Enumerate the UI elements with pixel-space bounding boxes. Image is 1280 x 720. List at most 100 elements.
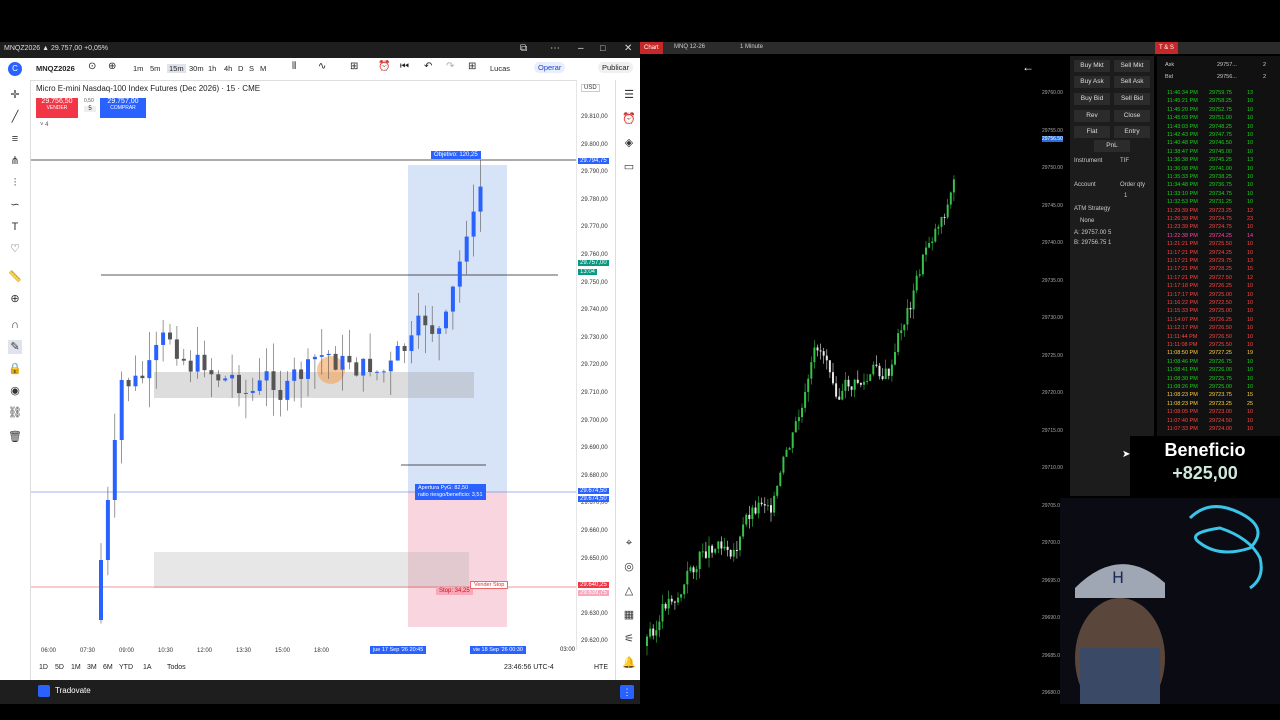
sell-stop-order[interactable]: Vender Stop xyxy=(470,581,509,589)
compare-icon[interactable]: ⊙ xyxy=(88,61,96,72)
tf-15m[interactable]: 15m xyxy=(167,64,186,73)
pitchfork-icon[interactable]: ⋔ xyxy=(8,154,22,168)
layout-icon[interactable]: ⊞ xyxy=(350,61,358,72)
currency-selector[interactable]: USD xyxy=(581,84,600,92)
duplicate-icon[interactable]: ⧉ xyxy=(520,43,527,54)
tf-d[interactable]: D xyxy=(238,64,243,73)
range-Todos[interactable]: Todos xyxy=(167,664,186,671)
hlines-icon[interactable]: ≡ xyxy=(8,132,22,146)
nt-btn-sell-ask[interactable]: Sell Ask xyxy=(1114,76,1150,88)
nt-btn-sell-mkt[interactable]: Sell Mkt xyxy=(1114,60,1150,72)
minimize-icon[interactable]: – xyxy=(578,43,584,54)
sell-button[interactable]: 29.756,50 VENDER xyxy=(36,98,78,118)
nt-btn-pnl[interactable]: PnL xyxy=(1094,140,1130,152)
range-YTD[interactable]: YTD xyxy=(119,664,133,671)
tf-5m[interactable]: 5m xyxy=(150,64,160,73)
target-icon[interactable]: ◎ xyxy=(622,560,636,574)
broker-name[interactable]: Tradovate xyxy=(55,686,91,695)
heart-icon[interactable]: ♡ xyxy=(8,242,22,256)
more-icon[interactable]: ⋯ xyxy=(550,43,560,54)
eye-icon[interactable]: ◉ xyxy=(8,384,22,398)
clock[interactable]: 23:46:56 UTC-4 xyxy=(504,664,554,671)
trade-button[interactable]: Operar xyxy=(534,62,566,73)
back-arrow-icon[interactable]: ← xyxy=(1022,60,1034,74)
pin-icon[interactable]: ⌖ xyxy=(622,536,636,550)
instrument-selector[interactable]: MNQ 12-26 xyxy=(674,44,705,50)
tf-4h[interactable]: 4h xyxy=(224,64,232,73)
symbol-search-button[interactable]: MNQZ2026 xyxy=(36,64,75,73)
position-label[interactable]: Apertura PyG: 82,50 ratio riesgo/benefic… xyxy=(415,484,486,500)
apps-icon[interactable]: ⋮ xyxy=(620,685,634,699)
qty-field[interactable]: 5 xyxy=(84,106,96,112)
calendar-icon[interactable]: ▦ xyxy=(622,608,636,622)
nt-btn-sell-bid[interactable]: Sell Bid xyxy=(1114,93,1150,105)
candles-icon[interactable]: ⫴ xyxy=(292,61,296,72)
tf-m[interactable]: M xyxy=(260,64,266,73)
link-icon[interactable]: ⛓ xyxy=(8,406,22,420)
magnet-icon[interactable]: ∩ xyxy=(8,318,22,332)
trendline-icon[interactable]: ╱ xyxy=(8,110,22,124)
nt-btn-rev[interactable]: Rev xyxy=(1074,110,1110,122)
pencil-icon[interactable]: ✎ xyxy=(8,340,22,354)
target-label[interactable]: Objetivo: 120,25 xyxy=(431,151,481,159)
add-symbol-icon[interactable]: ⊕ xyxy=(108,61,116,72)
replay-icon[interactable]: ⏮ xyxy=(400,61,409,72)
fib-icon[interactable]: ⫶ xyxy=(8,176,22,190)
watchlist-icon[interactable]: ☰ xyxy=(622,88,636,102)
ts-tab[interactable]: T & S xyxy=(1155,42,1178,54)
ruler-icon[interactable]: 📏 xyxy=(8,270,22,284)
range-1A[interactable]: 1A xyxy=(143,664,152,671)
chat-icon[interactable]: ▭ xyxy=(622,160,636,174)
price-tick: 29.730,00 xyxy=(581,334,608,341)
nt-btn-buy-bid[interactable]: Buy Bid xyxy=(1074,93,1110,105)
range-1M[interactable]: 1M xyxy=(71,664,81,671)
triangle-icon[interactable]: △ xyxy=(622,584,636,598)
account-avatar[interactable]: C xyxy=(8,62,22,76)
nt-btn-entry[interactable]: Entry xyxy=(1114,126,1150,138)
alert-icon[interactable]: ⏰ xyxy=(378,61,390,72)
nt-price-chart[interactable] xyxy=(640,56,1040,704)
zoom-icon[interactable]: ⊕ xyxy=(8,292,22,306)
tf-30m[interactable]: 30m xyxy=(189,64,204,73)
signal-icon[interactable]: ⚟ xyxy=(622,632,636,646)
session-label[interactable]: HTE xyxy=(594,664,608,671)
nt-btn-buy-ask[interactable]: Buy Ask xyxy=(1074,76,1110,88)
maximize-icon[interactable]: □ xyxy=(600,43,605,53)
range-1D[interactable]: 1D xyxy=(39,664,48,671)
nt-btn-close[interactable]: Close xyxy=(1114,110,1150,122)
trash-icon[interactable]: 🗑 xyxy=(8,430,22,444)
tf-1m[interactable]: 1m xyxy=(133,64,143,73)
range-6M[interactable]: 6M xyxy=(103,664,113,671)
chart-tab[interactable]: Chart xyxy=(640,42,663,54)
text-icon[interactable]: T xyxy=(8,220,22,234)
price-chart[interactable] xyxy=(31,80,576,650)
tf-s[interactable]: S xyxy=(249,64,254,73)
price-axis[interactable]: USD 29.810,00 29.800,00 29.790,00 29.780,00… xyxy=(576,80,615,650)
grid-icon[interactable]: ⊞ xyxy=(468,61,476,72)
alerts-icon[interactable]: ⏰ xyxy=(622,112,636,126)
publish-button[interactable]: Publicar xyxy=(598,62,634,73)
indicators-icon[interactable]: ∿ xyxy=(318,61,326,72)
close-icon[interactable]: ✕ xyxy=(624,43,632,54)
target-zone[interactable] xyxy=(408,165,507,492)
crosshair-icon[interactable]: ✛ xyxy=(8,88,22,102)
undo-icon[interactable]: ↶ xyxy=(424,61,432,72)
range-5D[interactable]: 5D xyxy=(55,664,64,671)
bell-icon[interactable]: 🔔 xyxy=(622,656,636,670)
user-layout[interactable]: Lucas xyxy=(490,64,510,73)
redo-icon[interactable]: ↷ xyxy=(446,61,454,72)
nt-btn-flat[interactable]: Flat xyxy=(1074,126,1110,138)
nt-btn-buy-mkt[interactable]: Buy Mkt xyxy=(1074,60,1110,72)
nt-atm-value[interactable]: None xyxy=(1080,218,1094,224)
layers-icon[interactable]: ◈ xyxy=(622,136,636,150)
lock-icon[interactable]: 🔒 xyxy=(8,362,22,376)
nt-candle xyxy=(810,362,813,379)
brush-icon[interactable]: ∽ xyxy=(8,198,22,212)
tf-1h[interactable]: 1h xyxy=(208,64,216,73)
stop-label[interactable]: Stop: 34,25 xyxy=(436,587,473,595)
range-3M[interactable]: 3M xyxy=(87,664,97,671)
nt-order-qty[interactable]: 1 xyxy=(1124,193,1127,199)
indicators-toggle[interactable]: ˅ 4 xyxy=(40,122,49,128)
buy-button[interactable]: 29.757,00 COMPRAR xyxy=(100,98,146,118)
interval-selector[interactable]: 1 Minute xyxy=(740,44,763,50)
